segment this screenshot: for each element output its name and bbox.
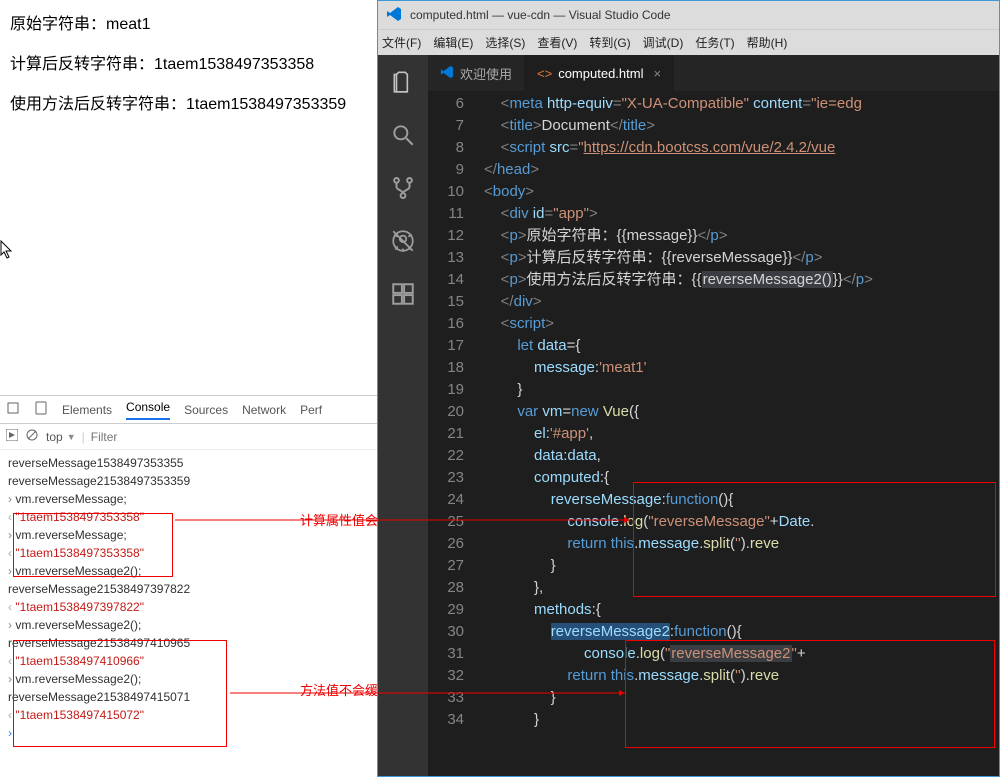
highlight-box-methods [625, 640, 995, 748]
context-selector[interactable]: top [46, 430, 63, 444]
html-file-icon: <> [537, 66, 552, 81]
tab-welcome-label: 欢迎使用 [460, 64, 512, 83]
chevron-down-icon: ▼ [67, 432, 76, 442]
devtools-tabs: Elements Console Sources Network Perf [0, 396, 377, 424]
output-line-2: 计算后反转字符串：1taem1538497353358 [10, 50, 375, 74]
tab-console[interactable]: Console [126, 400, 170, 420]
devtools-filter-bar: top ▼ | [0, 424, 377, 450]
tab-active-label: computed.html [558, 66, 643, 81]
menu-help[interactable]: 帮助(H) [747, 34, 788, 51]
vscode-titlebar: computed.html — vue-cdn — Visual Studio … [378, 1, 999, 29]
vscode-menubar: 文件(F) 编辑(E) 选择(S) 查看(V) 转到(G) 调试(D) 任务(T… [378, 29, 999, 55]
menu-debug[interactable]: 调试(D) [643, 34, 684, 51]
close-icon[interactable]: × [653, 66, 661, 81]
tab-computed-html[interactable]: <> computed.html × [525, 55, 674, 91]
highlight-box-computed [633, 482, 996, 597]
vscode-small-icon [440, 65, 454, 82]
clear-icon[interactable] [26, 429, 38, 444]
code-editor[interactable]: 6789101112131415161718192021222324252627… [428, 91, 999, 731]
mouse-cursor-icon [0, 240, 14, 260]
highlight-box-cache [13, 513, 173, 577]
tab-network[interactable]: Network [242, 403, 286, 417]
menu-select[interactable]: 选择(S) [485, 34, 525, 51]
arrow-2 [230, 688, 630, 698]
vscode-logo-icon [386, 6, 402, 25]
search-icon[interactable] [390, 122, 416, 151]
menu-view[interactable]: 查看(V) [537, 34, 577, 51]
menu-tasks[interactable]: 任务(T) [695, 34, 734, 51]
tab-performance[interactable]: Perf [300, 403, 322, 417]
menu-go[interactable]: 转到(G) [589, 34, 630, 51]
filter-input[interactable] [91, 430, 371, 444]
window-title: computed.html — vue-cdn — Visual Studio … [410, 8, 671, 22]
tab-welcome[interactable]: 欢迎使用 [428, 55, 525, 91]
menu-file[interactable]: 文件(F) [382, 34, 421, 51]
play-icon[interactable] [6, 429, 18, 444]
output-line-1: 原始字符串：meat1 [10, 10, 375, 34]
vscode-activity-bar [378, 55, 428, 776]
devtools-device-icon[interactable] [34, 401, 48, 418]
highlight-box-nocache [13, 640, 227, 747]
extensions-icon[interactable] [390, 281, 416, 310]
editor-tabs: 欢迎使用 <> computed.html × [428, 55, 999, 91]
debug-icon[interactable] [390, 228, 416, 257]
menu-edit[interactable]: 编辑(E) [433, 34, 473, 51]
output-line-3: 使用方法后反转字符串：1taem1538497353359 [10, 90, 375, 114]
arrow-1 [175, 515, 635, 525]
tab-elements[interactable]: Elements [62, 403, 112, 417]
devtools-inspect-icon[interactable] [6, 401, 20, 418]
source-control-icon[interactable] [390, 175, 416, 204]
explorer-icon[interactable] [390, 69, 416, 98]
tab-sources[interactable]: Sources [184, 403, 228, 417]
